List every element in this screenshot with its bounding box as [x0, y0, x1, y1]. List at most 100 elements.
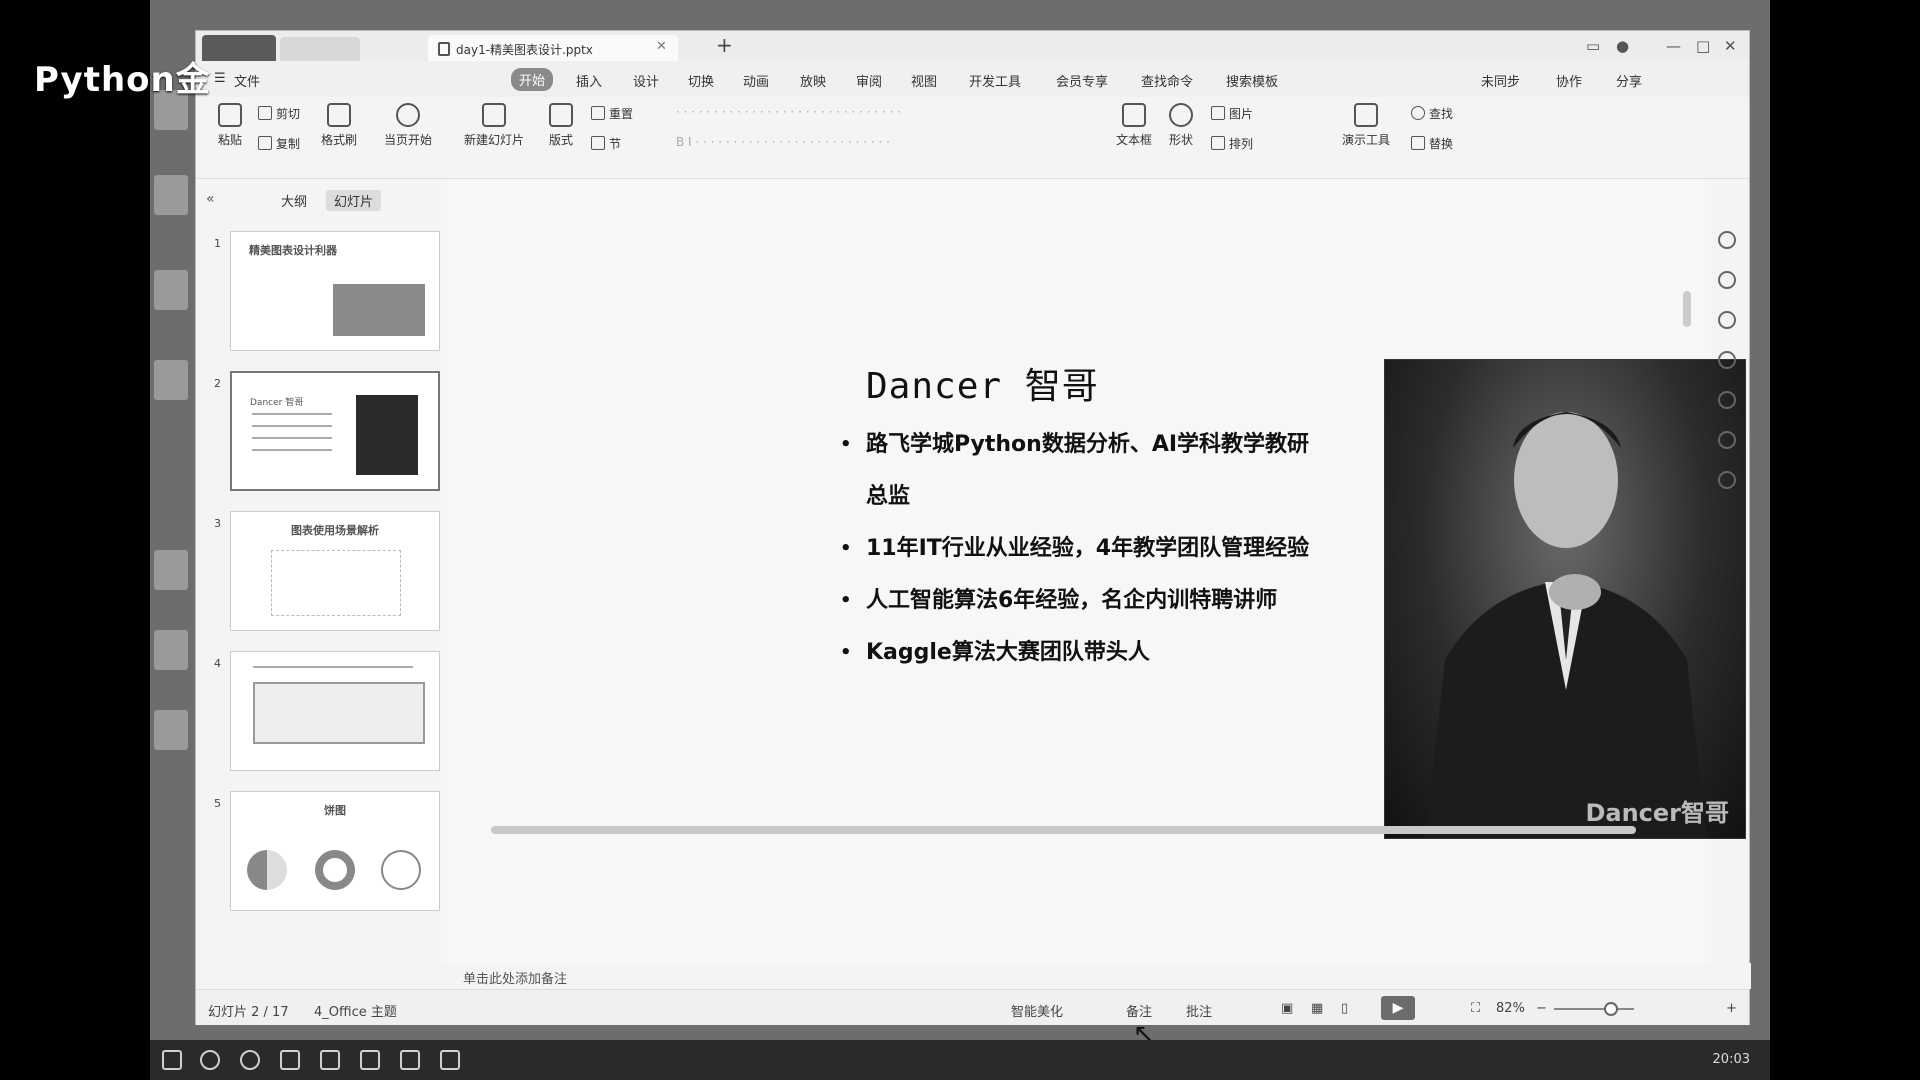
textbox-button[interactable]: 文本框 [1111, 103, 1157, 148]
app-icon[interactable] [320, 1050, 340, 1070]
tab-outline[interactable]: 大纲 [281, 191, 307, 210]
reading-view-icon[interactable]: ▯ [1341, 1001, 1348, 1016]
fit-window-icon[interactable]: ⛶ [1471, 1001, 1480, 1016]
menu-view[interactable]: 视图 [911, 71, 937, 90]
smart-beautify-button[interactable]: 智能美化 [1011, 1001, 1063, 1020]
slide-thumb-5[interactable]: 饼图 [230, 791, 440, 911]
desktop-shortcut-icon[interactable] [154, 710, 188, 750]
menu-review[interactable]: 审阅 [856, 71, 882, 90]
horizontal-scrollbar[interactable] [491, 826, 1636, 834]
close-button[interactable]: ✕ [1724, 37, 1737, 55]
menu-design[interactable]: 设计 [633, 71, 659, 90]
font-controls[interactable]: · · · · · · · · · · · · · · · · · · · · … [676, 105, 901, 119]
replace-button[interactable]: 替换 [1411, 135, 1453, 152]
location-icon[interactable] [1718, 471, 1736, 489]
tab-document[interactable]: day1-精美图表设计.pptx [428, 35, 678, 61]
slide-thumb-1[interactable]: 精美图表设计利器 [230, 231, 440, 351]
layout-button[interactable]: 版式 [541, 103, 581, 148]
collaborate-button[interactable]: 协作 [1556, 71, 1582, 90]
menu-transitions[interactable]: 切换 [688, 71, 714, 90]
desktop-shortcut-icon[interactable] [154, 550, 188, 590]
sync-status[interactable]: 未同步 [1481, 71, 1520, 90]
cut-button[interactable]: 剪切 [258, 105, 300, 122]
menu-slideshow[interactable]: 放映 [800, 71, 826, 90]
paste-button[interactable]: 粘贴 [210, 103, 250, 148]
search-templates[interactable]: 搜索模板 [1226, 71, 1278, 90]
desktop-shortcut-icon[interactable] [154, 175, 188, 215]
wps-presentation-icon[interactable] [440, 1050, 460, 1070]
reset-button[interactable]: 重置 [591, 105, 633, 122]
find-button[interactable]: 查找 [1411, 105, 1453, 122]
vertical-scrollbar[interactable] [1683, 291, 1691, 327]
presentation-tools-button[interactable]: 演示工具 [1336, 103, 1396, 148]
collapse-panel-icon[interactable]: « [206, 191, 215, 207]
current-slide[interactable]: Dancer 智哥 路飞学城Python数据分析、AI学科教学教研总监 11年I… [441, 179, 1746, 1049]
zoom-in-button[interactable]: + [1726, 1001, 1737, 1016]
share-button[interactable]: 分享 [1616, 71, 1642, 90]
avatar[interactable]: ● [1616, 37, 1629, 55]
app-icon[interactable] [360, 1050, 380, 1070]
arrange-icon [1211, 136, 1225, 150]
desktop-shortcut-icon[interactable] [154, 630, 188, 670]
zoom-out-button[interactable]: − [1536, 1001, 1547, 1016]
ribbon-toolbar: 粘贴 剪切 复制 格式刷 当页开始 新建幻灯片 版式 重置 节 · · · · … [196, 97, 1749, 179]
slide-thumb-2[interactable]: Dancer 智哥 [230, 371, 440, 491]
new-tab-button[interactable]: + [716, 33, 733, 57]
play-button[interactable]: ▶ [1381, 996, 1415, 1020]
slide-thumb-4[interactable] [230, 651, 440, 771]
menu-icon[interactable]: ☰ [214, 71, 226, 86]
properties-icon[interactable] [1718, 271, 1736, 289]
copy-button[interactable]: 复制 [258, 135, 300, 152]
normal-view-icon[interactable]: ▣ [1281, 1001, 1293, 1016]
help-icon[interactable] [1718, 391, 1736, 409]
menu-file[interactable]: 文件 [234, 71, 260, 90]
new-slide-button[interactable]: 新建幻灯片 [456, 103, 532, 148]
menu-insert[interactable]: 插入 [576, 71, 602, 90]
windows-start-icon[interactable] [162, 1050, 182, 1070]
search-commands[interactable]: 查找命令 [1141, 71, 1193, 90]
tab-close-icon[interactable]: ✕ [656, 39, 667, 54]
layout-switch-icon[interactable]: ▭ [1586, 37, 1600, 55]
search-icon[interactable] [200, 1050, 220, 1070]
zoom-level[interactable]: 82% [1496, 1001, 1525, 1016]
folder-icon[interactable] [400, 1050, 420, 1070]
browser-icon[interactable] [240, 1050, 260, 1070]
minimize-button[interactable]: — [1666, 37, 1681, 55]
shape-button[interactable]: 形状 [1161, 103, 1201, 148]
grid-view-icon[interactable]: ▦ [1311, 1001, 1323, 1016]
notes-toggle[interactable]: 备注 [1126, 1001, 1152, 1020]
feedback-icon[interactable] [1718, 431, 1736, 449]
desktop-shortcut-icon[interactable] [154, 270, 188, 310]
arrange-button[interactable]: 排列 [1211, 135, 1253, 152]
wps-icon[interactable] [280, 1050, 300, 1070]
play-icon [396, 103, 420, 127]
video-watermark: Python金 [34, 60, 211, 100]
tab-secondary[interactable] [280, 37, 360, 61]
comments-toggle[interactable]: 批注 [1186, 1001, 1212, 1020]
menu-member[interactable]: 会员专享 [1056, 71, 1108, 90]
play-from-current-button[interactable]: 当页开始 [376, 103, 440, 148]
slide-thumb-3[interactable]: 图表使用场景解析 [230, 511, 440, 631]
star-icon[interactable] [1718, 311, 1736, 329]
speaker-photo[interactable]: Dancer智哥 [1384, 359, 1746, 839]
bullet-list[interactable]: 路飞学城Python数据分析、AI学科教学教研总监 11年IT行业从业经验，4年… [836, 419, 1316, 679]
backup-icon[interactable] [1718, 351, 1736, 369]
desktop-shortcut-icon[interactable] [154, 360, 188, 400]
tab-home[interactable] [202, 35, 276, 61]
animation-pane-icon[interactable] [1718, 231, 1736, 249]
section-button[interactable]: 节 [591, 135, 621, 152]
picture-button[interactable]: 图片 [1211, 105, 1253, 122]
menu-animations[interactable]: 动画 [743, 71, 769, 90]
format-painter-button[interactable]: 格式刷 [314, 103, 364, 148]
notes-area[interactable]: 单击此处添加备注 [441, 963, 1751, 989]
maximize-button[interactable]: □ [1696, 37, 1710, 55]
zoom-slider-handle[interactable] [1604, 1002, 1618, 1016]
zoom-slider[interactable] [1554, 1008, 1634, 1010]
slide-title[interactable]: Dancer 智哥 [866, 357, 1099, 409]
tab-slides[interactable]: 幻灯片 [326, 190, 382, 211]
menu-home[interactable]: 开始 [511, 68, 554, 91]
paragraph-controls[interactable]: B I · · · · · · · · · · · · · · · · · · … [676, 135, 890, 149]
scissors-icon [258, 106, 272, 120]
ring-icon [381, 850, 421, 890]
menu-developer[interactable]: 开发工具 [969, 71, 1021, 90]
